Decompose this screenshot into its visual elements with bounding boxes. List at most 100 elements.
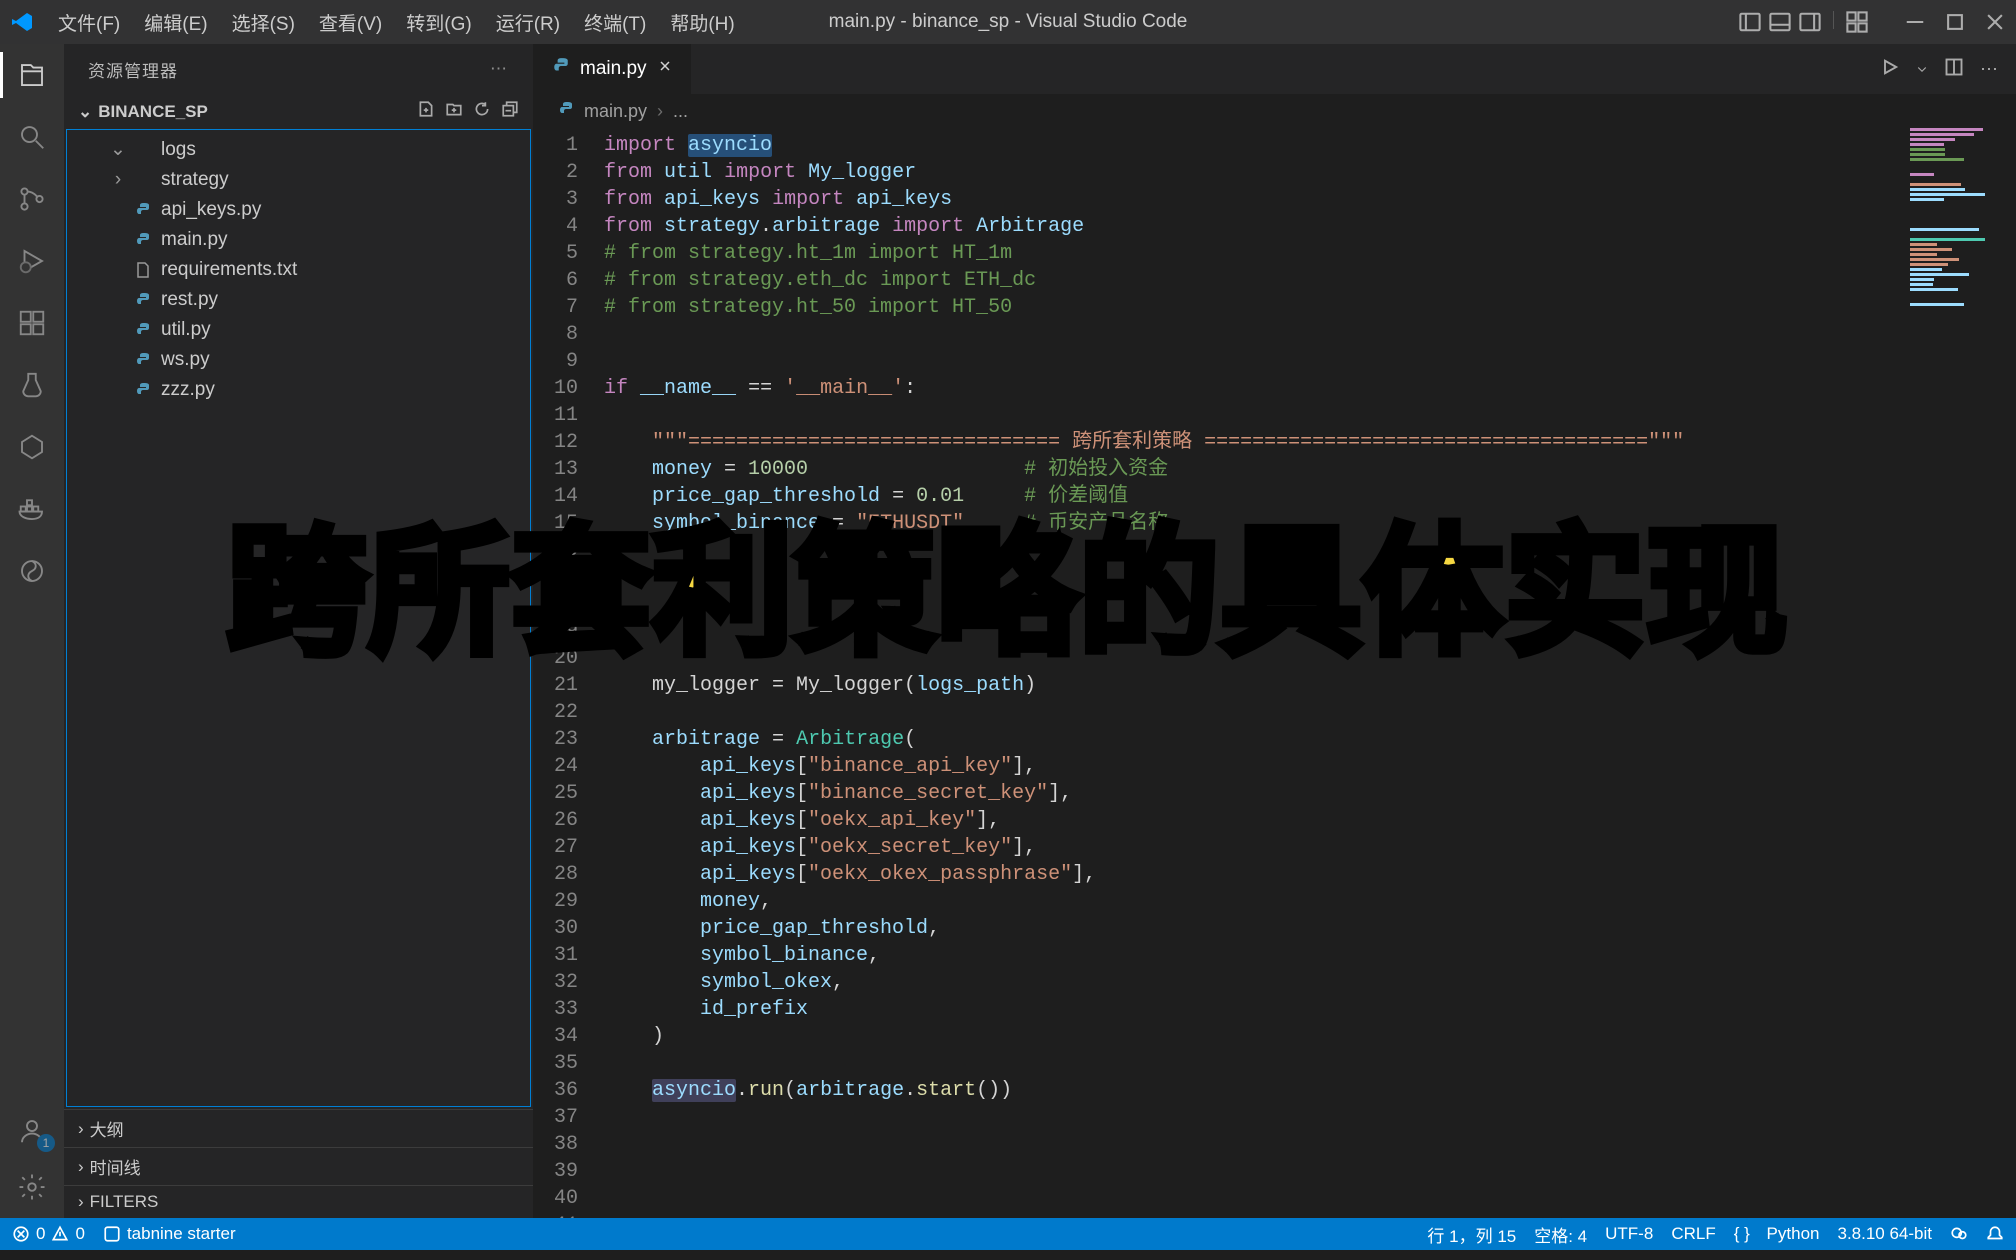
sidebar-more-icon[interactable]: ⋯ [490,59,509,79]
file-item[interactable]: api_keys.py [67,195,530,225]
tree-item-label: zzz.py [161,379,215,401]
file-item[interactable]: requirements.txt [67,255,530,285]
chevron-icon: ⌄ [111,138,125,161]
status-language-mode[interactable]: { } Python [1734,1224,1820,1244]
docker-view-icon[interactable] [15,492,49,526]
run-dropdown-icon[interactable] [1916,59,1928,80]
minimap[interactable] [1910,128,2000,388]
python-file-icon [558,101,574,122]
status-cursor-position[interactable]: 行 1，列 15 [1427,1222,1516,1247]
file-icon [133,352,153,368]
titlebar: 文件(F)编辑(E)选择(S)查看(V)转到(G)运行(R)终端(T)帮助(H)… [0,0,2016,44]
menu-item[interactable]: 帮助(H) [658,9,746,36]
file-icon [133,202,153,218]
settings-gear-icon[interactable] [15,1170,49,1204]
chevron-down-icon: ⌄ [78,102,92,122]
section-label: FILTERS [90,1192,159,1212]
layout-sidebar-right-icon[interactable] [1799,11,1821,33]
file-item[interactable]: util.py [67,315,530,345]
new-folder-icon[interactable] [445,100,463,123]
folder-item[interactable]: ›strategy [67,165,530,195]
menu-item[interactable]: 编辑(E) [132,9,219,36]
extensions-view-icon[interactable] [15,306,49,340]
breadcrumb-item[interactable]: main.py [584,101,647,122]
status-feedback-icon[interactable] [1950,1225,1968,1243]
openai-view-icon[interactable] [15,554,49,588]
breadcrumb[interactable]: main.py › ... [534,94,2016,128]
tree-item-label: strategy [161,169,229,191]
hexagon-view-icon[interactable] [15,430,49,464]
sidebar-section-时间线[interactable]: ›时间线 [64,1147,533,1185]
window-minimize-icon[interactable] [1904,11,1926,33]
status-encoding[interactable]: UTF-8 [1605,1224,1653,1244]
search-view-icon[interactable] [15,120,49,154]
file-icon [133,382,153,398]
status-eol[interactable]: CRLF [1671,1224,1715,1244]
file-icon [133,292,153,308]
refresh-icon[interactable] [473,100,491,123]
status-tabnine[interactable]: tabnine starter [103,1224,236,1244]
file-icon [133,232,153,248]
sidebar-title: 资源管理器 [88,57,490,82]
file-item[interactable]: ws.py [67,345,530,375]
project-name: BINANCE_SP [98,102,208,122]
menu-item[interactable]: 转到(G) [394,9,483,36]
tree-item-label: main.py [161,229,228,251]
new-file-icon[interactable] [417,100,435,123]
menu-item[interactable]: 运行(R) [484,9,572,36]
sidebar-section-FILTERS[interactable]: › FILTERS [64,1185,533,1218]
window-close-icon[interactable] [1984,11,2006,33]
project-section-header[interactable]: ⌄ BINANCE_SP [64,94,533,129]
editor-more-icon[interactable]: ⋯ [1980,59,1998,80]
chevron-right-icon: › [78,1157,84,1177]
testing-view-icon[interactable] [15,368,49,402]
tree-item-label: requirements.txt [161,259,297,281]
section-label: 大纲 [90,1116,124,1141]
python-file-icon [552,57,570,81]
file-item[interactable]: rest.py [67,285,530,315]
run-debug-view-icon[interactable] [15,244,49,278]
run-file-icon[interactable] [1880,57,1900,82]
menu-item[interactable]: 文件(F) [46,9,132,36]
split-editor-icon[interactable] [1944,57,1964,82]
vscode-logo-icon [10,10,34,34]
customize-layout-icon[interactable] [1846,11,1868,33]
file-icon [133,262,153,278]
tree-item-label: api_keys.py [161,199,261,221]
folder-item[interactable]: ⌄logs [67,134,530,165]
menu-item[interactable]: 终端(T) [572,9,658,36]
layout-panel-bottom-icon[interactable] [1769,11,1791,33]
chevron-right-icon: › [657,101,663,122]
accounts-icon[interactable]: 1 [15,1114,49,1148]
status-bar: 0 0 tabnine starter 行 1，列 15 空格: 4 UTF-8… [0,1218,2016,1250]
tab-main-py[interactable]: main.py [534,44,692,94]
close-icon[interactable] [657,58,673,80]
tree-item-label: ws.py [161,349,210,371]
status-problems[interactable]: 0 0 [12,1224,85,1244]
menu-bar: 文件(F)编辑(E)选择(S)查看(V)转到(G)运行(R)终端(T)帮助(H) [46,9,747,36]
file-icon [133,322,153,338]
window-maximize-icon[interactable] [1944,11,1966,33]
editor-tabs: main.py ⋯ [534,44,2016,94]
tree-item-label: rest.py [161,289,218,311]
tab-label: main.py [580,58,647,80]
file-item[interactable]: main.py [67,225,530,255]
status-indentation[interactable]: 空格: 4 [1534,1222,1587,1247]
sidebar-section-大纲[interactable]: › 大纲 [64,1109,533,1147]
layout-icons [1739,11,1868,33]
menu-item[interactable]: 选择(S) [220,9,307,36]
chevron-right-icon: › [78,1192,84,1212]
status-notifications-icon[interactable] [1986,1225,2004,1243]
collapse-all-icon[interactable] [501,100,519,123]
file-item[interactable]: zzz.py [67,375,530,405]
chevron-right-icon: › [78,1119,84,1139]
video-overlay-title: 跨所套利策略的具体实现 [227,480,1789,682]
window-title: main.py - binance_sp - Visual Studio Cod… [829,11,1188,33]
breadcrumb-item[interactable]: ... [673,101,688,122]
explorer-view-icon[interactable] [15,58,49,92]
accounts-badge: 1 [37,1134,55,1152]
menu-item[interactable]: 查看(V) [307,9,394,36]
layout-sidebar-left-icon[interactable] [1739,11,1761,33]
status-python-interpreter[interactable]: 3.8.10 64-bit [1837,1224,1932,1244]
source-control-view-icon[interactable] [15,182,49,216]
